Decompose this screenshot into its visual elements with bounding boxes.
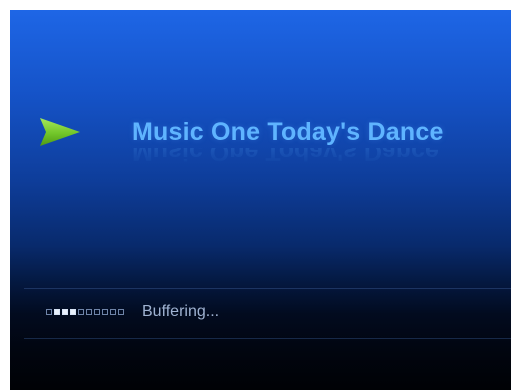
- player-screen: Music One Today's Dance Music One Today'…: [10, 10, 511, 390]
- track-title: Music One Today's Dance: [132, 117, 444, 146]
- play-icon[interactable]: [40, 114, 80, 150]
- status-divider-top: [24, 288, 511, 289]
- progress-dot: [118, 309, 124, 315]
- progress-dot: [102, 309, 108, 315]
- progress-dot: [110, 309, 116, 315]
- progress-dot: [94, 309, 100, 315]
- progress-dot: [70, 309, 76, 315]
- progress-dot: [46, 309, 52, 315]
- title-reflection: Music One Today's Dance: [40, 148, 439, 178]
- progress-dot: [54, 309, 60, 315]
- track-title-reflection: Music One Today's Dance: [132, 148, 439, 166]
- progress-dot: [86, 309, 92, 315]
- status-divider-bottom: [24, 338, 511, 339]
- progress-dot: [62, 309, 68, 315]
- status-bar: Buffering...: [46, 301, 219, 323]
- buffer-progress-indicator: [46, 309, 124, 315]
- status-text: Buffering...: [142, 303, 220, 320]
- now-playing-row: Music One Today's Dance: [40, 114, 444, 150]
- progress-dot: [78, 309, 84, 315]
